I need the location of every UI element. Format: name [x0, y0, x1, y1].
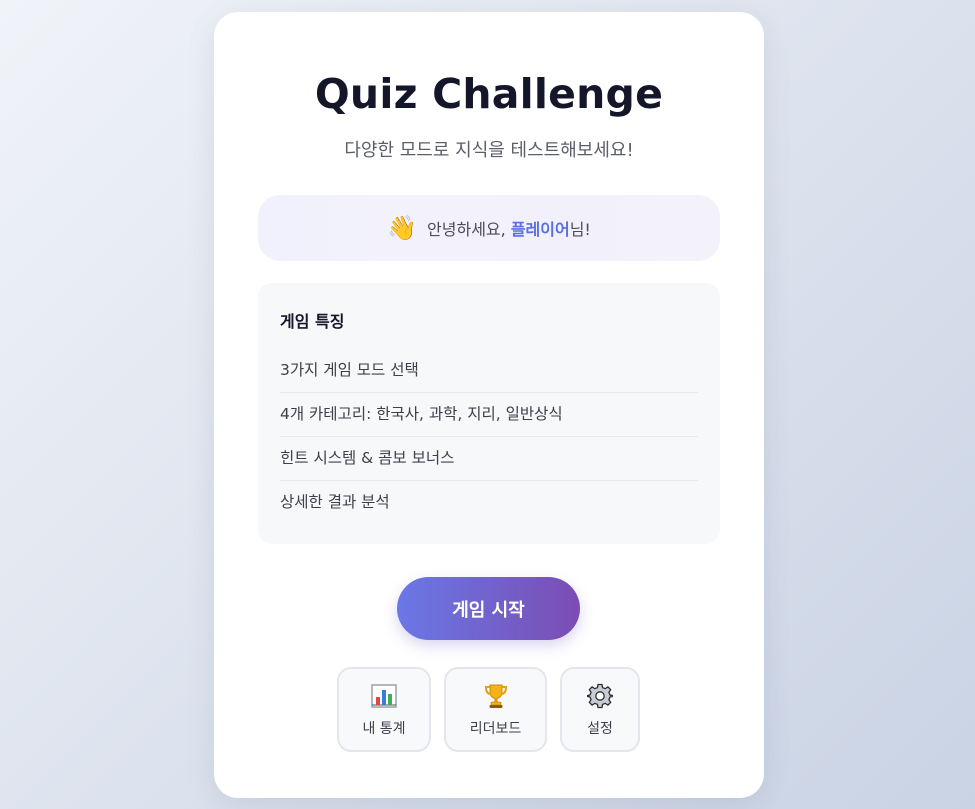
start-game-button[interactable]: 게임 시작 — [397, 577, 580, 640]
greeting-suffix: 님! — [569, 220, 591, 239]
my-stats-label: 내 통계 — [362, 720, 406, 737]
feature-item: 4개 카테고리: 한국사, 과학, 지리, 일반상식 — [280, 393, 698, 437]
features-heading: 게임 특징 — [280, 312, 345, 331]
greeting-prefix: 안녕하세요, — [427, 220, 506, 239]
player-name: 플레이어 — [510, 220, 570, 239]
leaderboard-button[interactable]: 리더보드 — [444, 667, 547, 752]
main-card: Quiz Challenge 다양한 모드로 지식을 테스트해보세요! 👋 안녕… — [214, 12, 764, 798]
feature-item: 3가지 게임 모드 선택 — [280, 349, 698, 393]
leaderboard-label: 리더보드 — [469, 720, 522, 737]
greeting-banner: 👋 안녕하세요, 플레이어 님! — [258, 195, 720, 261]
bar-chart-icon — [371, 682, 397, 710]
features-list: 3가지 게임 모드 선택 4개 카테고리: 한국사, 과학, 지리, 일반상식 … — [280, 349, 698, 524]
trophy-icon — [483, 682, 509, 710]
settings-label: 설정 — [587, 720, 613, 737]
gear-icon — [587, 682, 613, 710]
page-title: Quiz Challenge — [314, 70, 664, 118]
settings-button[interactable]: 설정 — [560, 667, 640, 752]
page-subtitle: 다양한 모드로 지식을 테스트해보세요! — [344, 140, 634, 161]
features-panel: 게임 특징 3가지 게임 모드 선택 4개 카테고리: 한국사, 과학, 지리,… — [258, 283, 720, 544]
my-stats-button[interactable]: 내 통계 — [337, 667, 431, 752]
feature-item: 상세한 결과 분석 — [280, 493, 390, 511]
feature-item: 힌트 시스템 & 콤보 보너스 — [280, 437, 698, 481]
waving-hand-icon: 👋 — [387, 214, 418, 242]
